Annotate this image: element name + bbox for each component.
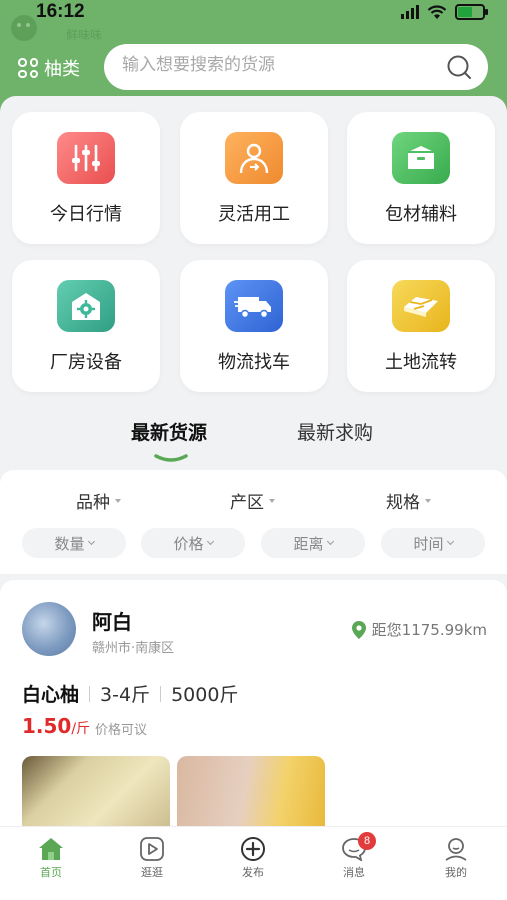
chip-label: 时间 <box>413 534 444 553</box>
tabbar-publish[interactable]: 发布 <box>223 837 283 880</box>
distance-text: 距您1175.99km <box>371 621 487 639</box>
listing-tabs: 最新货源 最新求购 <box>0 418 507 468</box>
service-label: 土地流转 <box>385 352 457 373</box>
product-summary: 白心柚 3-4斤 5000斤 <box>22 680 238 707</box>
seller-location: 赣州市·南康区 <box>92 641 175 656</box>
chevron-down-icon <box>206 537 214 546</box>
price-note: 价格可议 <box>95 723 148 738</box>
chip-quantity[interactable]: 数量 <box>22 528 126 558</box>
search-bar[interactable] <box>104 44 488 90</box>
wifi-icon <box>427 4 447 19</box>
product-photo[interactable] <box>22 756 170 826</box>
avatar[interactable] <box>22 602 76 656</box>
category-selector[interactable]: 柚类 <box>18 55 80 81</box>
price-value: 1.50 <box>22 714 72 738</box>
caret-down-icon <box>115 498 121 503</box>
chip-label: 价格 <box>173 534 204 553</box>
signal-icon <box>401 5 419 19</box>
chip-distance[interactable]: 距离 <box>261 528 365 558</box>
filter-variety[interactable]: 品种 <box>76 488 121 513</box>
distance-info: 距您1175.99km <box>351 619 487 640</box>
chip-label: 数量 <box>54 534 85 553</box>
tabbar-browse[interactable]: 逛逛 <box>122 837 182 880</box>
filter-label: 产区 <box>230 493 264 513</box>
product-spec: 3-4斤 <box>100 684 151 706</box>
plus-circle-icon <box>241 837 265 861</box>
truck-icon <box>225 280 283 332</box>
service-logistics[interactable]: 物流找车 <box>180 260 328 392</box>
status-icons <box>401 4 488 20</box>
battery-icon <box>455 4 488 20</box>
unread-badge: 8 <box>358 832 376 850</box>
service-label: 灵活用工 <box>218 204 290 225</box>
service-label: 包材辅料 <box>385 204 457 225</box>
tabbar-label: 发布 <box>242 866 264 879</box>
chevron-down-icon <box>446 537 454 546</box>
service-land-transfer[interactable]: 土地流转 <box>347 260 495 392</box>
chip-time[interactable]: 时间 <box>381 528 485 558</box>
service-flexible-labor[interactable]: 灵活用工 <box>180 112 328 244</box>
home-icon <box>39 838 63 860</box>
tab-active-indicator <box>154 454 188 462</box>
location-pin-icon <box>351 620 366 639</box>
caret-down-icon <box>425 498 431 503</box>
tabbar-label: 逛逛 <box>141 866 163 879</box>
service-factory-equipment[interactable]: 厂房设备 <box>12 260 160 392</box>
brand-logo-icon <box>11 15 37 41</box>
filter-spec[interactable]: 规格 <box>386 488 431 513</box>
tabbar-home[interactable]: 首页 <box>21 837 81 880</box>
worker-icon <box>225 132 283 184</box>
service-label: 物流找车 <box>218 352 290 373</box>
service-market-today[interactable]: 今日行情 <box>12 112 160 244</box>
category-label: 柚类 <box>44 59 80 80</box>
filter-label: 规格 <box>386 493 420 513</box>
play-icon <box>140 837 164 861</box>
brand-text: 鲜味味 <box>66 28 103 42</box>
grid-icon <box>18 58 38 78</box>
service-label: 今日行情 <box>50 204 122 225</box>
search-input[interactable] <box>122 55 422 75</box>
search-icon[interactable] <box>446 54 472 80</box>
service-packaging[interactable]: 包材辅料 <box>347 112 495 244</box>
chip-label: 距离 <box>293 534 324 553</box>
tabbar-profile[interactable]: 我的 <box>426 837 486 880</box>
divider <box>160 685 162 702</box>
tabbar-messages[interactable]: 8 消息 <box>324 832 384 880</box>
listing-card[interactable]: 阿白 赣州市·南康区 距您1175.99km 白心柚 3-4斤 5000斤 1.… <box>0 580 507 826</box>
bottom-tab-bar: 首页 逛逛 发布 8 消息 我的 <box>0 826 507 900</box>
product-quantity: 5000斤 <box>171 684 239 706</box>
chevron-down-icon <box>326 537 334 546</box>
caret-down-icon <box>269 498 275 503</box>
service-label: 厂房设备 <box>50 352 122 373</box>
filter-panel: 品种 产区 规格 数量 价格 距离 时间 <box>0 470 507 574</box>
divider <box>89 685 91 702</box>
tab-latest-demand[interactable]: 最新求购 <box>297 418 373 445</box>
price: 1.50/斤 <box>22 714 90 738</box>
user-icon <box>445 838 467 861</box>
box-icon <box>392 132 450 184</box>
product-name: 白心柚 <box>22 684 80 706</box>
product-photo[interactable] <box>177 756 325 826</box>
tabbar-label: 首页 <box>40 866 62 879</box>
tab-latest-supply[interactable]: 最新货源 <box>131 418 207 445</box>
chevron-down-icon <box>87 537 95 546</box>
factory-gear-icon <box>57 280 115 332</box>
filter-label: 品种 <box>76 493 110 513</box>
tabbar-label: 我的 <box>445 866 467 879</box>
chip-price[interactable]: 价格 <box>141 528 245 558</box>
land-icon <box>392 280 450 332</box>
price-unit: /斤 <box>71 721 91 737</box>
tabbar-label: 消息 <box>343 866 365 879</box>
filter-region[interactable]: 产区 <box>230 488 275 513</box>
seller-name: 阿白 <box>92 610 132 634</box>
sliders-icon <box>57 132 115 184</box>
